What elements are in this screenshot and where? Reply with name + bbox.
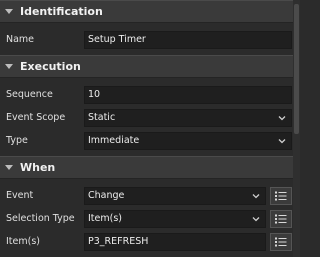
event-label: Event <box>6 190 34 201</box>
chevron-down-icon[interactable] <box>277 113 287 123</box>
items-list-button[interactable] <box>270 232 292 251</box>
section-body-execution: Sequence 10 Event Scope Static Type Imme… <box>0 78 293 156</box>
event-list-button[interactable] <box>270 186 292 205</box>
section-title: Identification <box>20 5 103 18</box>
chevron-down-icon[interactable] <box>251 214 261 224</box>
row-items: Item(s) P3_REFRESH <box>0 230 293 253</box>
sequence-field[interactable]: 10 <box>84 85 292 104</box>
event-scope-select[interactable]: Static <box>84 108 292 127</box>
chevron-down-icon[interactable] <box>251 191 261 201</box>
list-icon <box>275 214 287 223</box>
row-event: Event Change <box>0 184 293 207</box>
type-value: Immediate <box>88 135 140 146</box>
row-name: Name Setup Timer <box>0 28 293 51</box>
section-title: When <box>20 161 56 174</box>
selection-type-value: Item(s) <box>88 213 122 224</box>
section-body-when: Event Change Selection Type Item(s) Item… <box>0 179 293 257</box>
selection-type-select[interactable]: Item(s) <box>84 209 266 228</box>
section-header-when[interactable]: When <box>0 156 293 179</box>
vertical-scrollbar[interactable] <box>293 0 300 257</box>
sequence-label: Sequence <box>6 89 53 100</box>
row-type: Type Immediate <box>0 129 293 152</box>
event-scope-label: Event Scope <box>6 112 66 123</box>
name-label: Name <box>6 34 35 45</box>
row-selection-type: Selection Type Item(s) <box>0 207 293 230</box>
list-icon <box>275 237 287 246</box>
property-editor: Identification Name Setup Timer Executio… <box>0 0 293 257</box>
row-event-scope: Event Scope Static <box>0 106 293 129</box>
items-label: Item(s) <box>6 236 40 247</box>
list-icon <box>275 191 287 200</box>
items-field[interactable]: P3_REFRESH <box>84 232 266 251</box>
selection-type-label: Selection Type <box>6 213 75 224</box>
caret-down-icon[interactable] <box>5 9 13 14</box>
section-body-identification: Name Setup Timer <box>0 23 293 55</box>
caret-down-icon[interactable] <box>5 165 13 170</box>
name-field[interactable]: Setup Timer <box>84 30 292 49</box>
section-header-execution[interactable]: Execution <box>0 55 293 78</box>
selection-type-list-button[interactable] <box>270 209 292 228</box>
event-value: Change <box>88 190 125 201</box>
section-header-identification[interactable]: Identification <box>0 0 293 23</box>
row-sequence: Sequence 10 <box>0 83 293 106</box>
event-scope-value: Static <box>88 112 116 123</box>
section-title: Execution <box>20 60 81 73</box>
type-label: Type <box>6 135 28 146</box>
chevron-down-icon[interactable] <box>277 136 287 146</box>
caret-down-icon[interactable] <box>5 64 13 69</box>
event-select[interactable]: Change <box>84 186 266 205</box>
scrollbar-thumb[interactable] <box>294 4 299 134</box>
type-select[interactable]: Immediate <box>84 131 292 150</box>
